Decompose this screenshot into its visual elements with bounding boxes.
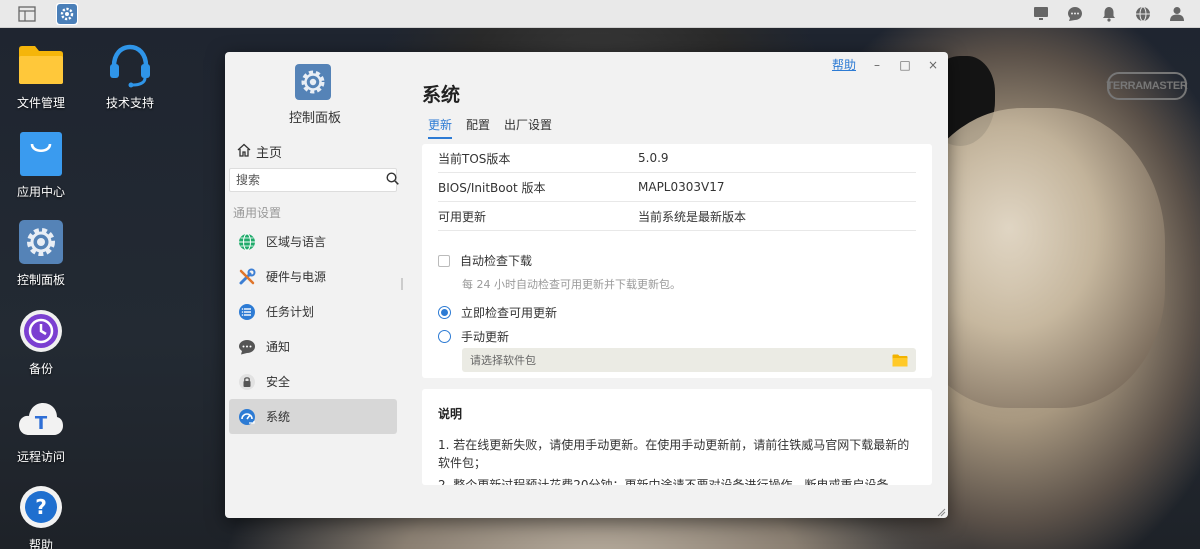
note-item: 1. 若在线更新失败，请使用手动更新。在使用手动更新前，请前往铁威马官网下载最新… [438,438,910,470]
check-now-radio[interactable] [438,306,451,319]
search-icon[interactable] [386,172,399,188]
desktop-icon-label: 应用中心 [16,185,65,199]
manual-update-radio[interactable] [438,330,451,343]
auto-check-checkbox[interactable] [438,254,450,267]
desktop-icon-label: 控制面板 [16,273,65,287]
globe-icon [237,232,257,252]
desktop-icon-label: 技术支持 [105,96,154,110]
tab-config[interactable]: 配置 [466,116,490,139]
info-row-tos-version: 当前TOS版本 5.0.9 [438,144,916,173]
sidebar-scrollbar[interactable] [401,278,403,290]
desktop-help[interactable]: ? 帮助 [0,484,82,549]
desktop-file-manager[interactable]: 文件管理 [0,42,82,111]
desktop-tech-support[interactable]: 技术支持 [89,42,171,111]
gear-icon [18,219,64,265]
sidebar: 控制面板 主页 通用设置 区域与语言 [225,52,405,518]
shopping-bag-icon [18,131,64,177]
sidebar-item-label: 通知 [266,340,291,354]
search-box [229,168,399,192]
package-file-field[interactable]: 请选择软件包 [462,348,916,372]
folder-icon [18,42,64,88]
chat-bubble-icon [237,337,257,357]
sidebar-section-label: 通用设置 [233,206,282,220]
control-panel-window: 帮助 – □ × 控制面板 主页 通用设置 [225,52,948,518]
auto-check-option[interactable]: 自动检查下载 [438,252,532,269]
sidebar-item-label: 区域与语言 [266,235,327,249]
sidebar-item-region-language[interactable]: 区域与语言 [229,224,397,259]
desktop-icon-label: 帮助 [28,538,53,549]
monitor-icon[interactable] [1032,5,1050,23]
tab-update[interactable]: 更新 [428,116,453,139]
notes-title: 说明 [438,407,463,421]
check-now-option[interactable]: 立即检查可用更新 [438,304,557,321]
desktop-remote-access[interactable]: T 远程访问 [0,396,82,465]
check-now-label: 立即检查可用更新 [461,306,558,320]
sidebar-home-label: 主页 [256,146,283,161]
update-card: 当前TOS版本 5.0.9 BIOS/InitBoot 版本 MAPL0303V… [422,144,932,378]
home-icon [237,143,251,161]
main-content: 系统 更新 配置 出厂设置 当前TOS版本 5.0.9 BIOS/InitBoo… [420,52,948,518]
sidebar-item-notification[interactable]: 通知 [229,329,397,364]
sidebar-home[interactable]: 主页 [237,142,282,161]
resize-grip-icon[interactable] [936,506,946,517]
page-title: 系统 [422,84,461,106]
terramaster-logo: TERRAMASTER [1106,72,1188,100]
globe-icon[interactable] [1134,5,1152,23]
info-value: 5.0.9 [638,151,669,165]
system-gauge-icon [237,407,257,427]
desktop-icon-label: 文件管理 [16,96,65,110]
sidebar-nav: 区域与语言 硬件与电源 任务计划 通知 安全 系统 [229,224,397,434]
info-value: MAPL0303V17 [638,180,725,194]
taskbar [0,0,1200,28]
info-key: 当前TOS版本 [438,151,511,166]
auto-check-hint: 每 24 小时自动检查可用更新并下载更新包。 [462,278,681,291]
cloud-t-icon: T [18,396,64,442]
manual-update-option[interactable]: 手动更新 [438,328,509,345]
sidebar-item-hardware-power[interactable]: 硬件与电源 [229,259,397,294]
info-row-available-update: 可用更新 当前系统是最新版本 [438,202,916,231]
show-desktop-icon[interactable] [16,3,38,25]
manual-update-label: 手动更新 [461,330,510,344]
folder-browse-icon[interactable] [892,354,908,367]
desktop-control-panel[interactable]: 控制面板 [0,219,82,288]
search-input[interactable] [236,173,386,187]
note-item: 2. 整个更新过程预计花费20分钟；更新中途请不要对设备进行操作、断电或重启设备… [438,478,901,485]
auto-check-label: 自动检查下载 [460,254,533,268]
bell-icon[interactable] [1100,5,1118,23]
info-key: BIOS/InitBoot 版本 [438,180,546,195]
task-list-icon [237,302,257,322]
info-value: 当前系统是最新版本 [638,209,747,224]
sidebar-item-task-schedule[interactable]: 任务计划 [229,294,397,329]
desktop-icon-label: 备份 [28,362,53,376]
desktop-icon-label: 远程访问 [16,450,65,464]
user-icon[interactable] [1168,5,1186,23]
sidebar-item-label: 安全 [266,375,291,389]
lock-icon [237,372,257,392]
sidebar-item-system[interactable]: 系统 [229,399,397,434]
sidebar-item-security[interactable]: 安全 [229,364,397,399]
notes-card: 说明 1. 若在线更新失败，请使用手动更新。在使用手动更新前，请前往铁威马官网下… [422,389,932,485]
backup-clock-icon [18,308,64,354]
sidebar-item-label: 硬件与电源 [266,270,327,284]
question-icon: ? [18,484,64,530]
chat-icon[interactable] [1066,5,1084,23]
tools-icon [237,267,257,287]
headset-icon [107,42,153,88]
package-file-placeholder: 请选择软件包 [470,354,536,367]
sidebar-item-label: 系统 [266,410,291,424]
desktop-app-center[interactable]: 应用中心 [0,131,82,200]
tab-bar: 更新 配置 出厂设置 [428,116,552,139]
sidebar-item-label: 任务计划 [266,305,315,319]
tab-factory-reset[interactable]: 出厂设置 [504,116,552,139]
desktop-backup[interactable]: 备份 [0,308,82,377]
taskbar-control-panel-icon[interactable] [56,2,78,25]
svg-text:?: ? [35,495,47,519]
sidebar-title: 控制面板 [288,111,341,126]
info-key: 可用更新 [438,209,487,224]
svg-text:T: T [35,413,48,434]
control-panel-gear-icon [295,64,331,100]
info-row-bios-version: BIOS/InitBoot 版本 MAPL0303V17 [438,173,916,202]
